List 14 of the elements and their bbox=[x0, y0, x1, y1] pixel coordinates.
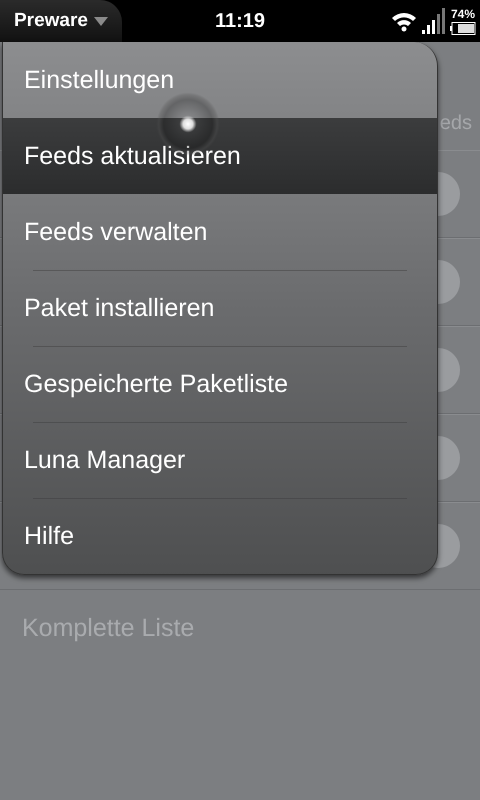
menu-item[interactable]: Gespeicherte Paketliste bbox=[3, 346, 437, 422]
menu-item[interactable]: Paket installieren bbox=[3, 270, 437, 346]
app-menu-button[interactable]: Preware bbox=[0, 0, 122, 42]
battery-percent: 74% bbox=[450, 7, 476, 21]
wifi-icon bbox=[390, 10, 418, 32]
menu-item[interactable]: Einstellungen bbox=[3, 42, 437, 118]
signal-icon bbox=[422, 8, 446, 34]
menu-item[interactable]: Feeds aktualisieren bbox=[3, 118, 437, 194]
menu-item[interactable]: Hilfe bbox=[3, 498, 437, 574]
menu-item[interactable]: Feeds verwalten bbox=[3, 194, 437, 270]
caret-icon bbox=[94, 16, 108, 26]
clock: 11:19 bbox=[214, 10, 266, 32]
battery-icon bbox=[450, 22, 476, 35]
menu-item[interactable]: Luna Manager bbox=[3, 422, 437, 498]
